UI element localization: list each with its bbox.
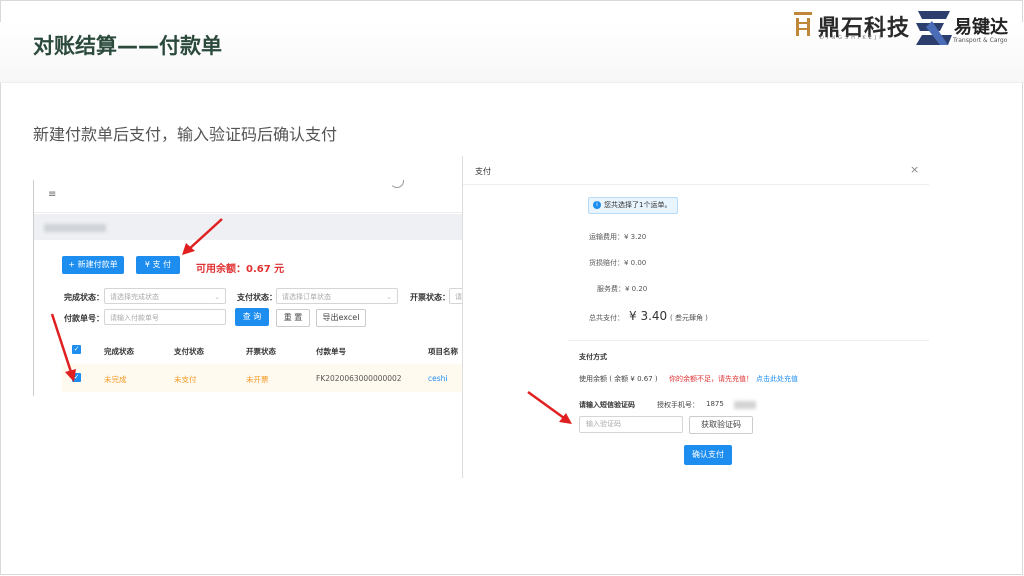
th-complete-status: 完成状态 [104, 347, 134, 356]
complete-status-select[interactable]: 请选择完成状态 ⌄ [104, 288, 226, 304]
invoice-status-select[interactable]: 请 [449, 288, 462, 304]
row-pay-status: 未支付 [174, 375, 197, 384]
invoice-status-label: 开票状态： [410, 293, 450, 302]
info-icon: i [593, 201, 601, 209]
pay-modal: 支付 × i 您共选择了1个运单。 运输费用：¥ 3.20 货损赔付：¥ 0.00… [462, 156, 929, 478]
logo1-sub: DINGSHIKEJI [820, 35, 884, 41]
export-excel-button[interactable]: 导出excel [316, 309, 366, 327]
get-code-button[interactable]: 获取验证码 [689, 416, 753, 434]
selection-tip: i 您共选择了1个运单。 [588, 197, 679, 214]
slide-subtitle: 新建付款单后支付，输入验证码后确认支付 [33, 125, 338, 144]
row-payment-no: FK2020063000000002 [316, 374, 402, 383]
query-button[interactable]: 查 询 [235, 308, 269, 326]
dingshi-logo-icon [794, 12, 812, 36]
chevron-down-icon: ⌄ [214, 293, 220, 301]
damage-fee: 货损赔付：¥ 0.00 [589, 259, 647, 267]
yijianda-logo-icon [916, 11, 952, 45]
arrow-to-code-input-icon [527, 390, 572, 424]
pay-status-select[interactable]: 请选择订单状态 ⌄ [276, 288, 398, 304]
payment-method-title: 支付方式 [579, 353, 607, 361]
balance-insufficient-warning: 你的余额不足，请先充值！ [669, 375, 753, 383]
modal-title: 支付 [475, 167, 491, 176]
phone-blurred [734, 401, 756, 409]
row-invoice-status: 未开票 [246, 375, 269, 384]
available-balance: 可用余额：0.67 元 [196, 264, 285, 275]
pay-status-label: 支付状态： [237, 293, 277, 302]
sms-code-label: 请输入短信验证码 [579, 401, 635, 409]
complete-status-label: 完成状态： [64, 293, 104, 302]
invoice-status-placeholder: 请 [455, 293, 462, 301]
payment-no-placeholder: 请输入付款单号 [110, 314, 159, 322]
freight-fee: 运输费用：¥ 3.20 [589, 233, 647, 241]
th-pay-status: 支付状态 [174, 347, 204, 356]
total-in-words: ( 叁元肆角 ) [670, 314, 708, 322]
selection-tip-text: 您共选择了1个运单。 [604, 201, 672, 209]
breadcrumb-blurred [44, 224, 106, 232]
service-fee: 服务费：¥ 0.20 [597, 285, 648, 293]
phone-label: 授权手机号： [657, 401, 699, 409]
th-payment-no: 付款单号 [316, 347, 346, 356]
recharge-link[interactable]: 点击此处充值 [756, 374, 798, 384]
menu-fold-icon[interactable]: ≡ [48, 190, 58, 200]
chevron-down-icon: ⌄ [386, 293, 392, 301]
arrow-to-checkbox-icon [50, 313, 76, 382]
total-label: 总共支付： [589, 314, 624, 322]
reset-button[interactable]: 重 置 [276, 309, 310, 327]
th-project-name: 项目名称 [428, 347, 458, 356]
th-invoice-status: 开票状态 [246, 347, 276, 356]
complete-status-placeholder: 请选择完成状态 [110, 293, 159, 301]
pay-button[interactable]: ¥ 支 付 [136, 256, 180, 274]
modal-header-divider [463, 184, 929, 185]
logo2-name: 易键达 [954, 17, 1008, 38]
slide-title: 对账结算——付款单 [33, 34, 222, 58]
confirm-pay-button[interactable]: 确认支付 [684, 445, 732, 465]
section-divider [568, 340, 929, 341]
payment-list-screenshot: ≡ + 新建付款单 ¥ 支 付 可用余额：0.67 元 完成状态： 请选择完成状… [33, 180, 462, 396]
logo2-sub: Transport & Cargo [953, 37, 1008, 44]
new-payment-button[interactable]: + 新建付款单 [62, 256, 124, 274]
sms-code-input[interactable]: 输入验证码 [579, 416, 683, 433]
use-balance: 使用余额 ( 余额 ¥ 0.67 ) [579, 375, 658, 383]
close-icon[interactable]: × [910, 163, 919, 176]
row-complete-status: 未完成 [104, 375, 127, 384]
total-value: ¥ 3.40 [629, 309, 668, 323]
payment-no-input[interactable]: 请输入付款单号 [104, 309, 226, 325]
arrow-to-pay-icon [182, 218, 223, 255]
row-project-name[interactable]: ceshi [428, 374, 447, 383]
phone-value: 1875 [706, 400, 724, 408]
pay-status-placeholder: 请选择订单状态 [282, 293, 331, 301]
